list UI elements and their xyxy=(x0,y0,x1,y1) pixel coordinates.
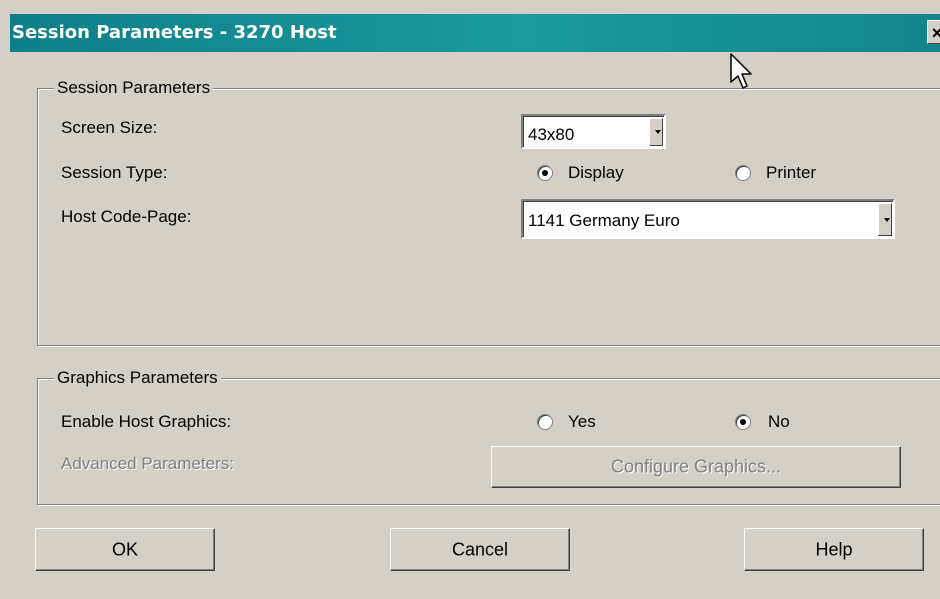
chevron-down-icon[interactable] xyxy=(649,118,663,146)
title-bar[interactable]: Session Parameters - 3270 Host × xyxy=(10,14,940,52)
ok-button-label: OK xyxy=(111,539,138,559)
mouse-pointer-icon xyxy=(730,53,752,89)
host-codepage-label: Host Code-Page: xyxy=(61,207,192,226)
close-button[interactable]: × xyxy=(927,20,940,44)
screen-size-label: Screen Size: xyxy=(61,118,158,137)
host-codepage-select-inner: 1141 Germany Euro xyxy=(523,201,893,237)
cancel-button[interactable]: Cancel xyxy=(390,528,570,571)
enable-graphics-no-label[interactable]: No xyxy=(768,412,790,432)
help-button[interactable]: Help xyxy=(744,528,924,571)
chevron-down-icon[interactable] xyxy=(878,203,892,236)
enable-graphics-yes-label[interactable]: Yes xyxy=(568,412,596,432)
advanced-parameters-label: Advanced Parameters: xyxy=(61,454,234,473)
configure-graphics-button-label: Configure Graphics... xyxy=(610,456,782,477)
host-codepage-value: 1141 Germany Euro xyxy=(528,211,680,230)
screen-size-select[interactable]: 43x80 xyxy=(521,114,666,149)
close-icon: × xyxy=(931,23,940,43)
graphics-parameters-group-label: Graphics Parameters xyxy=(54,368,221,388)
cancel-button-label: Cancel xyxy=(451,539,509,559)
session-type-display-label[interactable]: Display xyxy=(568,163,624,183)
enable-host-graphics-label: Enable Host Graphics: xyxy=(61,412,232,431)
session-type-display-radio[interactable] xyxy=(537,165,553,181)
session-parameters-group-label: Session Parameters xyxy=(54,78,214,98)
enable-graphics-no-radio[interactable] xyxy=(735,414,751,430)
host-codepage-select[interactable]: 1141 Germany Euro xyxy=(521,199,895,239)
ok-button[interactable]: OK xyxy=(35,528,215,571)
screen-size-value: 43x80 xyxy=(528,125,575,144)
window-title: Session Parameters - 3270 Host xyxy=(12,22,337,43)
session-type-printer-label[interactable]: Printer xyxy=(766,163,816,183)
help-button-label: Help xyxy=(815,539,853,559)
configure-graphics-button[interactable]: Configure Graphics... xyxy=(491,446,901,488)
session-parameters-dialog: Session Parameters - 3270 Host × Session… xyxy=(0,0,940,599)
enable-graphics-yes-radio[interactable] xyxy=(537,414,553,430)
session-type-label: Session Type: xyxy=(61,163,168,182)
screen-size-select-inner: 43x80 xyxy=(523,116,664,147)
session-type-printer-radio[interactable] xyxy=(735,165,751,181)
